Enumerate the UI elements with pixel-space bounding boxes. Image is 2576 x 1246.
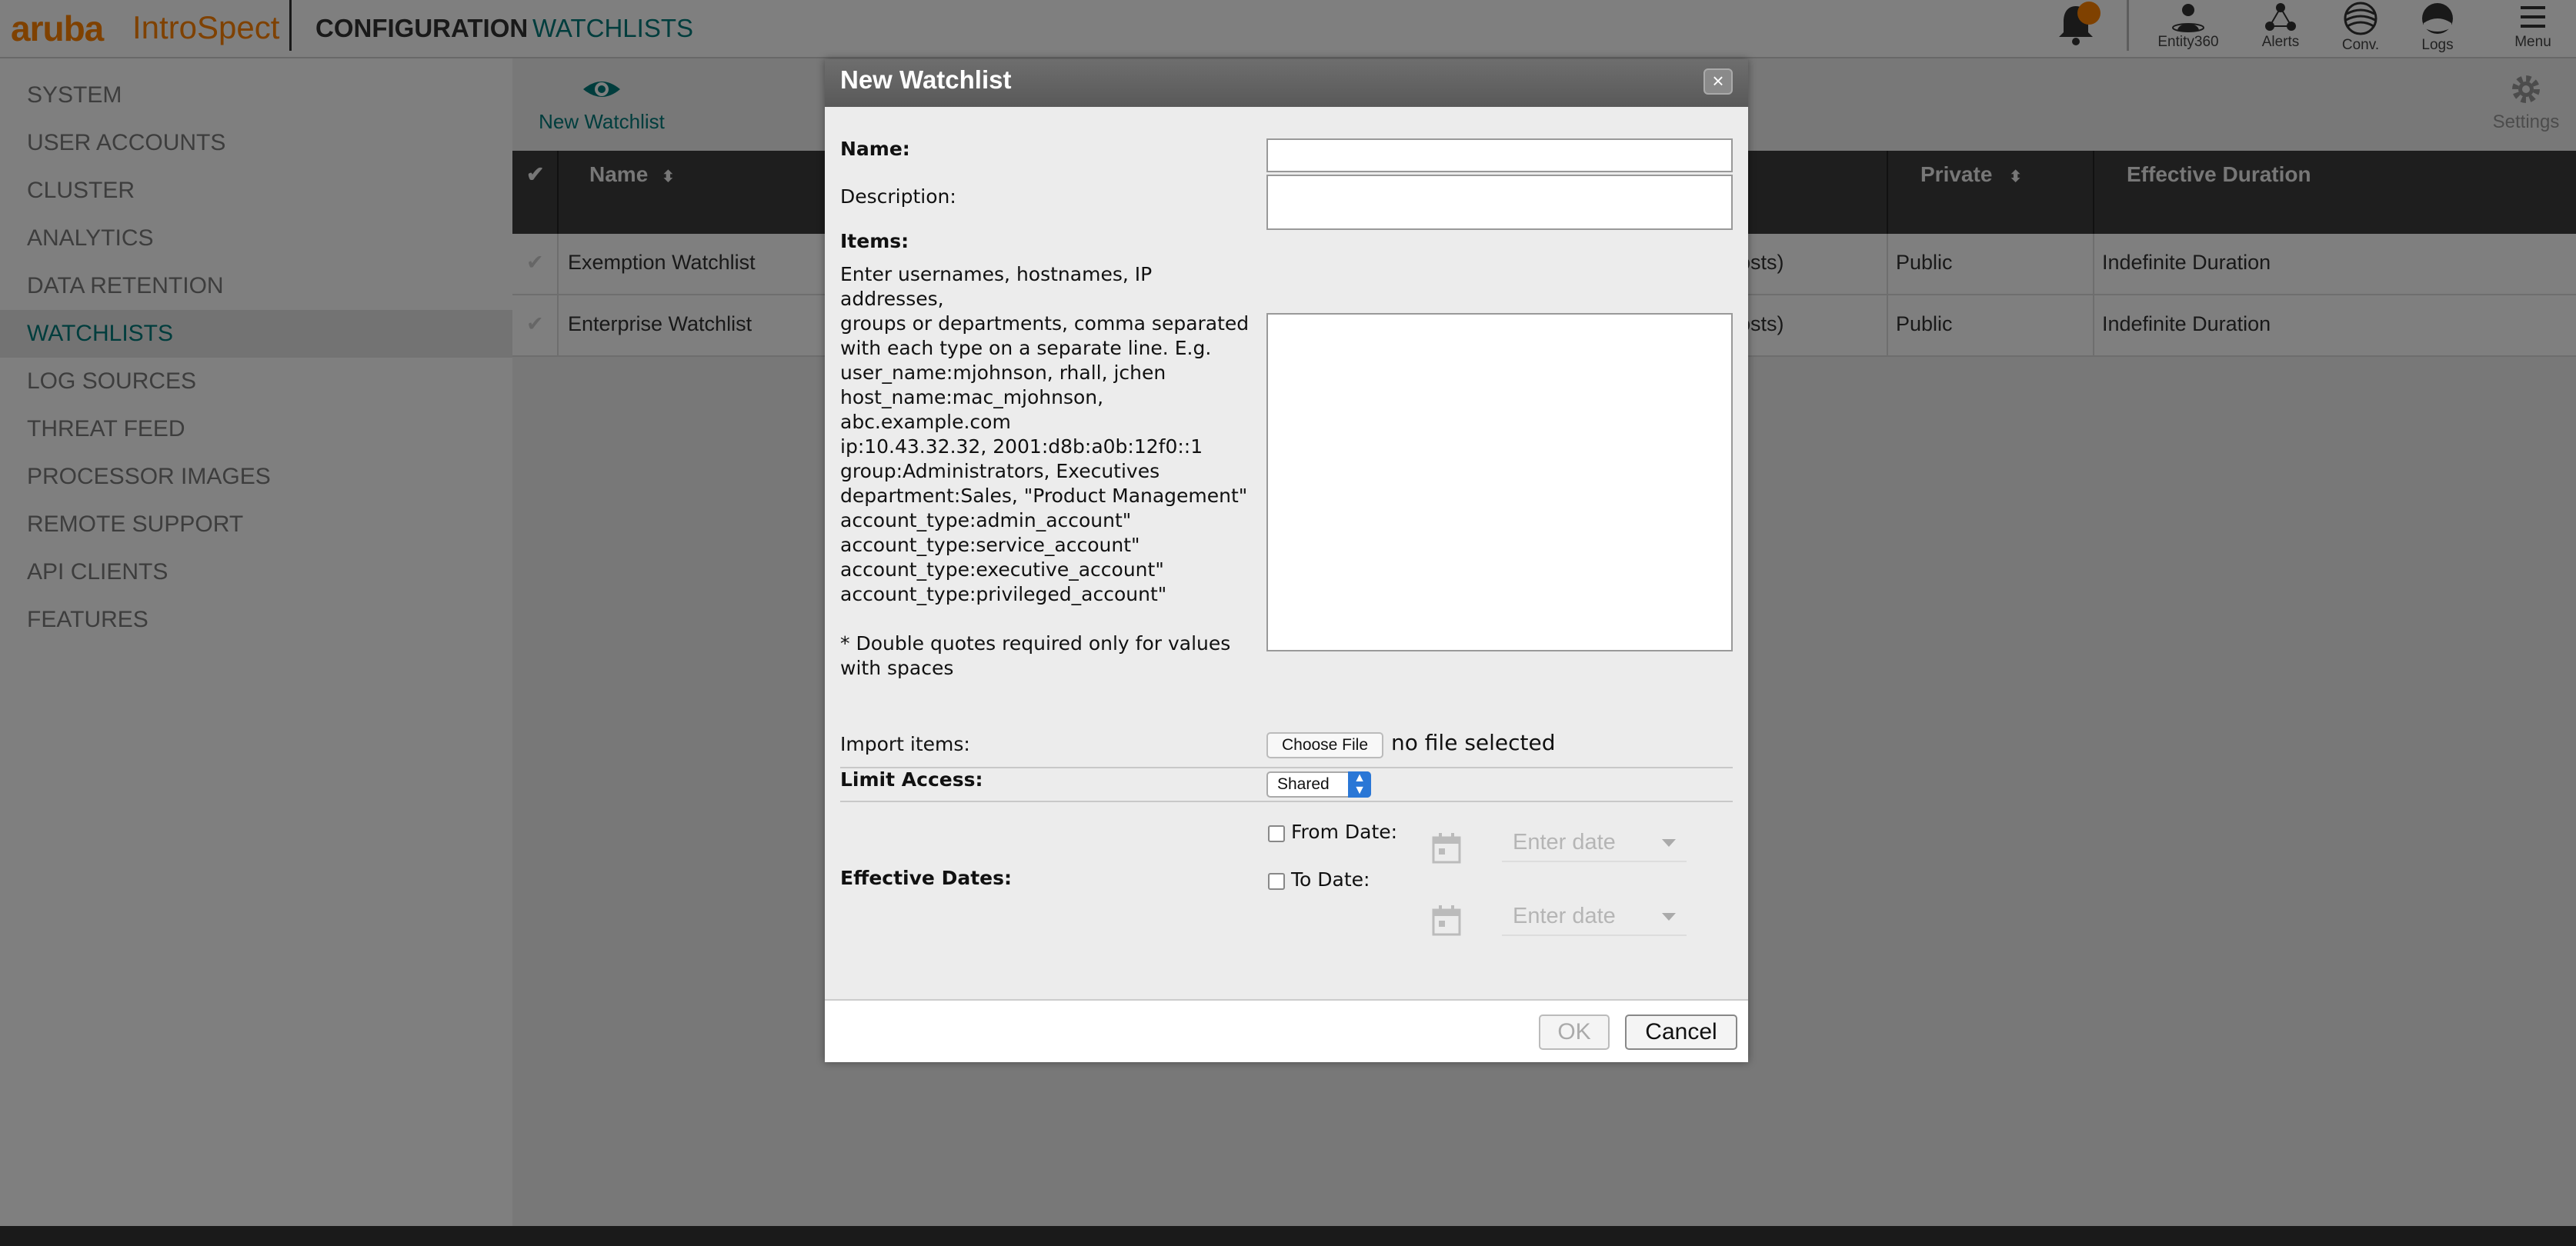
selected-file-status: no file selected: [1391, 730, 1556, 755]
choose-file-button[interactable]: Choose File: [1266, 732, 1383, 758]
dialog-title: New Watchlist: [840, 65, 1012, 94]
limit-access-value: Shared: [1277, 775, 1330, 793]
close-icon[interactable]: ×: [1703, 68, 1733, 95]
to-date-label: To Date:: [1291, 868, 1370, 891]
new-watchlist-dialog: New Watchlist × Name: Description: Items…: [825, 59, 1748, 1062]
to-date-placeholder: Enter date: [1513, 904, 1616, 928]
description-input[interactable]: [1266, 175, 1733, 230]
name-input[interactable]: [1266, 138, 1733, 172]
items-textarea[interactable]: [1266, 313, 1733, 651]
chevron-down-icon[interactable]: [1662, 913, 1676, 921]
name-label: Name:: [840, 138, 910, 160]
to-date-checkbox[interactable]: [1268, 873, 1285, 890]
import-items-label: Import items:: [840, 733, 970, 755]
items-help-text: Enter usernames, hostnames, IP addresses…: [840, 263, 1250, 679]
from-date-placeholder: Enter date: [1513, 830, 1616, 855]
chevron-down-icon[interactable]: [1662, 839, 1676, 847]
effective-dates-label: Effective Dates:: [840, 867, 1012, 889]
divider: [840, 801, 1733, 802]
select-arrows-icon: ▲ ▼: [1348, 771, 1371, 798]
to-date-input[interactable]: Enter date: [1502, 898, 1687, 936]
footer-bar: [0, 1226, 2576, 1246]
calendar-icon[interactable]: [1431, 831, 1462, 865]
items-label: Items:: [840, 230, 909, 252]
from-date-checkbox[interactable]: [1268, 825, 1285, 842]
from-date-input[interactable]: Enter date: [1502, 824, 1687, 862]
limit-access-label: Limit Access:: [840, 768, 983, 791]
dialog-title-bar[interactable]: New Watchlist ×: [825, 59, 1748, 107]
cancel-button[interactable]: Cancel: [1625, 1014, 1737, 1050]
ok-button[interactable]: OK: [1539, 1014, 1610, 1050]
calendar-icon[interactable]: [1431, 904, 1462, 938]
dialog-footer: OK Cancel: [825, 999, 1748, 1062]
limit-access-select[interactable]: Shared ▲ ▼: [1266, 771, 1371, 798]
from-date-label: From Date:: [1291, 821, 1398, 843]
description-label: Description:: [840, 185, 956, 208]
